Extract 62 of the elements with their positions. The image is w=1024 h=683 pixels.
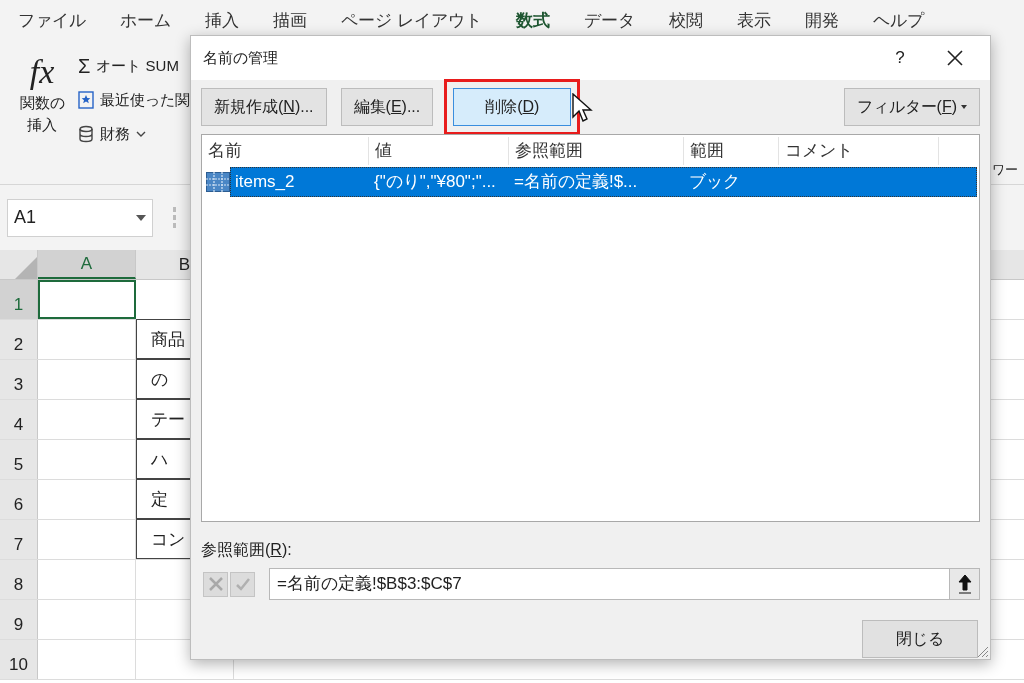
- row-header[interactable]: 4: [0, 400, 38, 439]
- ribbon-command[interactable]: Σ オート SUM: [78, 52, 190, 80]
- list-cell-text: items_2: [234, 171, 296, 194]
- filter-button[interactable]: フィルター(F): [843, 88, 980, 126]
- refers-to-field[interactable]: =名前の定義!$B$3:$C$7: [269, 568, 980, 600]
- resize-grip-icon[interactable]: [977, 646, 989, 658]
- column-header[interactable]: 値: [369, 137, 509, 165]
- dialog-button[interactable]: 削除(D): [453, 88, 572, 126]
- row-header[interactable]: 1: [0, 280, 38, 319]
- ribbon-tab[interactable]: ファイル: [18, 8, 86, 34]
- row-header[interactable]: 6: [0, 480, 38, 519]
- column-header[interactable]: 範囲: [684, 137, 779, 165]
- dialog-button[interactable]: 新規作成(N)...: [201, 88, 327, 126]
- ribbon-tab[interactable]: データ: [583, 8, 635, 34]
- collapse-button[interactable]: [949, 569, 979, 599]
- column-header[interactable]: コメント: [779, 137, 939, 165]
- table-icon: [206, 172, 230, 192]
- insert-function-label[interactable]: 関数の挿入: [16, 92, 68, 136]
- up-arrow-icon: [956, 574, 973, 594]
- help-button[interactable]: ?: [880, 45, 920, 71]
- row-header[interactable]: 8: [0, 560, 38, 599]
- ribbon-command[interactable]: 財務: [78, 120, 190, 148]
- ribbon-label: ワー: [992, 161, 1018, 179]
- ribbon-tab[interactable]: 数式: [515, 8, 550, 34]
- column-header[interactable]: 参照範囲: [509, 137, 684, 165]
- row-header[interactable]: 10: [0, 640, 38, 679]
- ribbon-tab[interactable]: 開発: [804, 8, 839, 34]
- close-icon: [947, 50, 963, 66]
- list-cell-text: =名前の定義!$...: [513, 171, 639, 194]
- caret-icon: [961, 105, 967, 109]
- function-icon: fx: [29, 52, 55, 92]
- ribbon-tab[interactable]: ヘルプ: [872, 8, 924, 34]
- row-header[interactable]: 2: [0, 320, 38, 359]
- ribbon-tab[interactable]: 描画: [273, 8, 307, 34]
- pointer-icon: [572, 93, 594, 123]
- grip-icon: [173, 207, 176, 228]
- ribbon-tab[interactable]: ページ レイアウト: [341, 8, 482, 34]
- sigma-icon: Σ: [78, 51, 91, 81]
- cancel-icon[interactable]: [203, 571, 228, 597]
- dialog-title: 名前の管理: [203, 47, 279, 68]
- confirm-icon[interactable]: [230, 571, 255, 597]
- selected-cell[interactable]: [38, 280, 136, 319]
- dialog-button[interactable]: 編集(E)...: [340, 88, 434, 126]
- ribbon-tab[interactable]: 挿入: [205, 8, 239, 34]
- row-header[interactable]: 5: [0, 440, 38, 479]
- list-row[interactable]: items_2 {"のり","¥80";"... =名前の定義!$... ブック: [230, 167, 977, 197]
- ribbon-tab[interactable]: 表示: [736, 8, 771, 34]
- name-box[interactable]: A1: [7, 198, 153, 237]
- row-header[interactable]: 3: [0, 360, 38, 399]
- database-icon: [78, 125, 94, 143]
- column-header[interactable]: A: [38, 250, 136, 279]
- chevron-icon: [136, 131, 146, 137]
- row-header[interactable]: 7: [0, 520, 38, 559]
- close-dialog-button[interactable]: 閉じる: [862, 620, 978, 658]
- row-header[interactable]: 9: [0, 600, 38, 639]
- ribbon-tab[interactable]: ホーム: [120, 8, 171, 34]
- list-cell-text: {"のり","¥80";"...: [373, 171, 497, 194]
- ribbon-command[interactable]: 最近使った関: [78, 86, 190, 114]
- column-header[interactable]: 名前: [202, 137, 369, 165]
- ribbon-tab[interactable]: 校閲: [668, 8, 703, 34]
- dropdown-icon: [136, 214, 146, 221]
- list-cell-text: ブック: [688, 171, 741, 194]
